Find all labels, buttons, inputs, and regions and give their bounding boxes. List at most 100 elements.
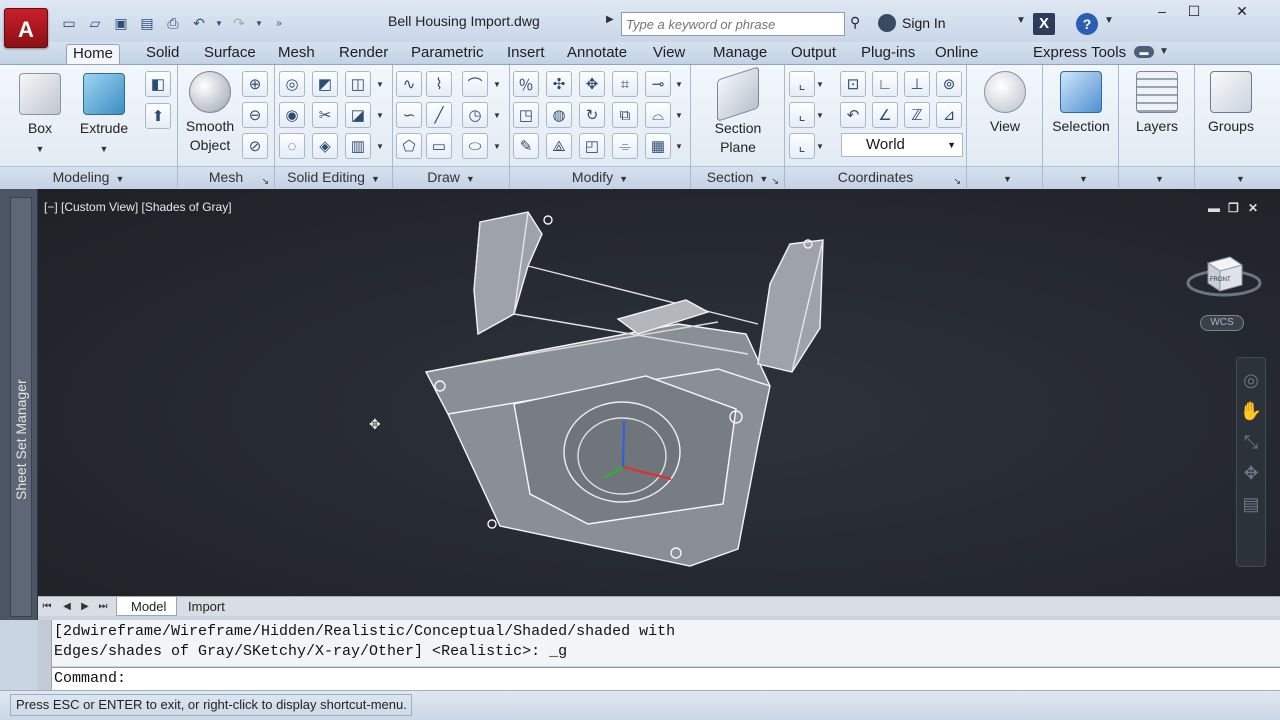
erase-icon[interactable]: ✎ <box>513 133 539 159</box>
undo-icon[interactable]: ↶ <box>188 12 210 34</box>
panel-title-layers[interactable]: ▼ <box>1119 166 1194 188</box>
zoom-icon[interactable]: ⤡ <box>1244 432 1258 453</box>
ucs-world-icon[interactable]: ∟ <box>872 71 898 97</box>
trim-dropdown-icon[interactable]: ▼ <box>674 71 684 97</box>
command-window-grip[interactable] <box>38 620 52 690</box>
tab-mesh[interactable]: Mesh <box>272 44 321 64</box>
polyline-icon[interactable]: ⌇ <box>426 71 452 97</box>
ucs-world-select[interactable]: World ▼ <box>841 133 963 157</box>
drawing-viewport[interactable]: [−] [Custom View] [Shades of Gray] ▬ ❐ ✕… <box>38 189 1280 596</box>
steering-wheel-icon[interactable]: ◎ <box>1243 370 1259 391</box>
viewport-maximize-button[interactable]: ❐ <box>1228 201 1239 215</box>
window-close-button[interactable]: ✕ <box>1228 2 1256 22</box>
ucs-3point-icon[interactable]: ⊿ <box>936 102 962 128</box>
help-dropdown-icon[interactable]: ▼ <box>1104 15 1114 26</box>
layers-button[interactable]: Layers <box>1125 71 1189 136</box>
new-file-icon[interactable]: ▭ <box>58 12 80 34</box>
save-icon[interactable]: ▣ <box>110 12 132 34</box>
last-layout-icon[interactable]: ⏭ <box>96 599 110 614</box>
panel-title-draw[interactable]: Draw ▼ <box>393 166 509 188</box>
array-dropdown-icon[interactable]: ▼ <box>674 133 684 159</box>
tab-parametric[interactable]: Parametric <box>405 44 490 64</box>
viewport-controls-label[interactable]: [−] [Custom View] [Shades of Gray] <box>44 200 232 214</box>
move-icon[interactable]: ✥ <box>579 71 605 97</box>
ucs-face-icon[interactable]: ⌞ <box>789 133 815 159</box>
ucs-x-dropdown-icon[interactable]: ▼ <box>815 102 825 128</box>
spline-icon[interactable]: ∽ <box>396 102 422 128</box>
command-line-input[interactable]: Command: <box>52 667 1280 690</box>
solid-edit-dropdown-2-icon[interactable]: ▼ <box>375 102 385 128</box>
panel-title-section[interactable]: Section ▼ ↘ <box>691 166 784 188</box>
trim-icon[interactable]: ⊸ <box>645 71 671 97</box>
3d-move-icon[interactable]: ⌗ <box>612 71 638 97</box>
binoculars-icon[interactable]: ⚲ <box>850 14 872 34</box>
offset-icon[interactable]: ◰ <box>579 133 605 159</box>
tab-home[interactable]: Home <box>66 44 121 64</box>
open-folder-icon[interactable]: ▱ <box>84 12 106 34</box>
redo-icon[interactable]: ↷ <box>228 12 250 34</box>
viewport-minimize-button[interactable]: ▬ <box>1208 201 1220 215</box>
union-icon[interactable]: ◎ <box>279 71 305 97</box>
solid-edit-dropdown-3-icon[interactable]: ▼ <box>375 133 385 159</box>
search-expand-icon[interactable]: ▶ <box>606 14 618 30</box>
bell-housing-model[interactable] <box>418 204 838 569</box>
shell-icon[interactable]: ▥ <box>345 133 371 159</box>
circle-icon[interactable]: ◷ <box>462 102 488 128</box>
layout-tab-import[interactable]: Import <box>174 597 235 616</box>
panel-title-mesh[interactable]: Mesh ↘ <box>178 166 274 188</box>
undo-dropdown-icon[interactable]: ▼ <box>214 12 224 34</box>
tab-render[interactable]: Render <box>333 44 394 64</box>
window-minimize-button[interactable]: – <box>1148 2 1176 22</box>
smooth-less-icon[interactable]: ⊖ <box>242 102 268 128</box>
3d-rotate-icon[interactable]: ✣ <box>546 71 572 97</box>
exchange-apps-button[interactable]: X <box>1033 13 1055 35</box>
search-input[interactable] <box>621 12 845 36</box>
panel-title-coordinates[interactable]: Coordinates ↘ <box>785 166 966 188</box>
construction-line-icon[interactable]: ╱ <box>426 102 452 128</box>
ribbon-minimize-dropdown-icon[interactable]: ▼ <box>1159 46 1169 57</box>
3d-array-icon[interactable]: ⟁ <box>546 133 572 159</box>
next-layout-icon[interactable]: ▶ <box>78 599 92 614</box>
scale-icon[interactable]: ％ <box>513 71 539 97</box>
arc-dropdown-icon[interactable]: ▼ <box>492 71 502 97</box>
extrude-button[interactable]: Extrude ▼ <box>74 73 134 159</box>
polygon-icon[interactable]: ⬠ <box>396 133 422 159</box>
stretch-icon[interactable]: ⌯ <box>612 133 638 159</box>
showmotion-icon[interactable]: ▤ <box>1242 494 1259 515</box>
ucs-dropdown-icon[interactable]: ▼ <box>815 71 825 97</box>
subtract-icon[interactable]: ◉ <box>279 102 305 128</box>
application-menu-button[interactable]: A <box>4 8 48 48</box>
ribbon-minimize-icon[interactable]: ▬ <box>1134 46 1154 58</box>
ucs-x-icon[interactable]: ⌞ <box>789 102 815 128</box>
ucs-z-icon[interactable]: ℤ <box>904 102 930 128</box>
smooth-object-button[interactable]: Smooth Object <box>180 71 240 155</box>
fillet-icon[interactable]: ⌓ <box>645 102 671 128</box>
orbit-icon[interactable]: ✥ <box>1243 463 1258 484</box>
3d-mirror-icon[interactable]: ◍ <box>546 102 572 128</box>
ucs-named-icon[interactable]: ⊡ <box>840 71 866 97</box>
tab-online[interactable]: Online <box>929 44 984 64</box>
qat-overflow-icon[interactable]: » <box>268 12 290 34</box>
tab-manage[interactable]: Manage <box>707 44 773 64</box>
panel-title-groups[interactable]: ▼ <box>1195 166 1280 188</box>
viewport-close-button[interactable]: ✕ <box>1248 201 1258 215</box>
section-plane-button[interactable]: Section Plane <box>703 66 773 157</box>
intersect-icon[interactable]: ◌ <box>279 133 305 159</box>
ucs-origin-icon[interactable]: ⊥ <box>904 71 930 97</box>
pan-icon[interactable]: ✋ <box>1240 401 1262 422</box>
sign-in-button[interactable]: Sign In <box>878 12 946 34</box>
ucs-previous-icon[interactable]: ↶ <box>840 102 866 128</box>
panel-title-view[interactable]: ▼ <box>967 166 1042 188</box>
solid-edit-dropdown-1-icon[interactable]: ▼ <box>375 71 385 97</box>
smooth-more-icon[interactable]: ⊕ <box>242 71 268 97</box>
line-icon[interactable]: ∿ <box>396 71 422 97</box>
tab-express-tools[interactable]: Express Tools <box>1027 44 1132 64</box>
viewcube[interactable]: FRONT <box>1186 245 1262 301</box>
box-button[interactable]: Box ▼ <box>12 73 68 159</box>
view-button[interactable]: View <box>973 71 1037 136</box>
rotate-icon[interactable]: ↻ <box>579 102 605 128</box>
redo-dropdown-icon[interactable]: ▼ <box>254 12 264 34</box>
interfere-icon[interactable]: ◈ <box>312 133 338 159</box>
separate-icon[interactable]: ◪ <box>345 102 371 128</box>
layout-tab-model[interactable]: Model <box>116 597 178 616</box>
